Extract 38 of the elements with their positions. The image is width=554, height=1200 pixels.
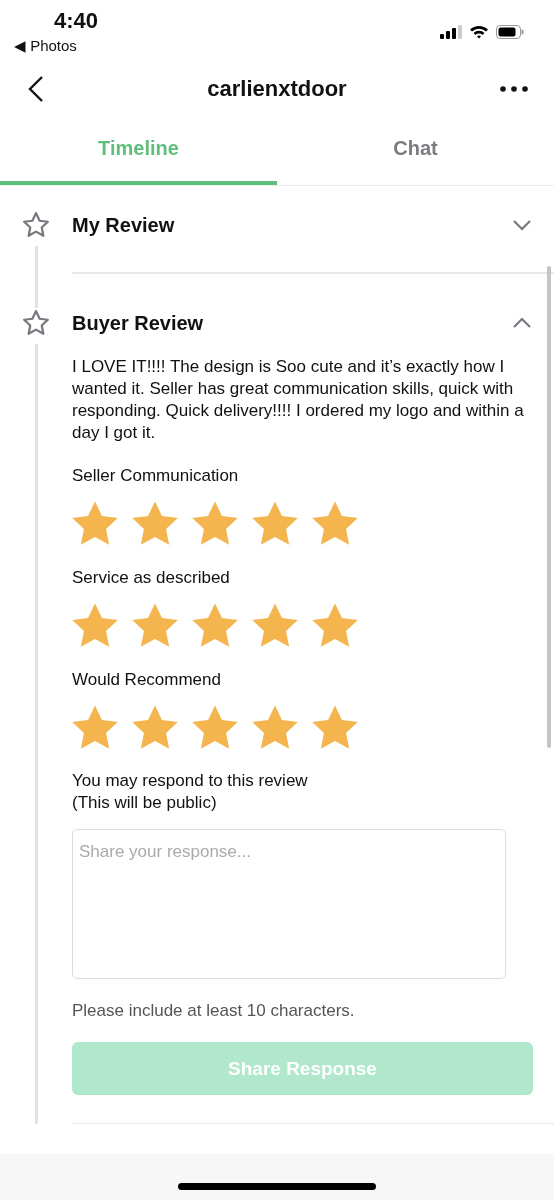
wifi-icon [469,24,489,39]
back-icon[interactable] [28,75,44,103]
chevron-icon[interactable] [512,317,532,329]
star-icon [311,704,359,750]
rating-label: Seller Communication [72,466,240,486]
star-icon [251,500,299,546]
star-icon [131,602,179,648]
star-icon [71,500,119,546]
star-icon [191,500,239,546]
rating-label: Would Recommend [72,670,222,690]
status-time: 4:40 [54,8,99,34]
chevron-icon[interactable] [512,219,532,231]
star-icon [191,704,239,750]
rating-label: Service as described [72,568,231,588]
more-icon[interactable] [500,86,528,92]
star-outline-icon [21,308,51,338]
section-title[interactable]: My Review [72,213,175,237]
star-icon [131,704,179,750]
section-title[interactable]: Buyer Review [72,311,204,335]
respond-prompt: You may respond to this review [72,770,309,792]
star-icon [311,500,359,546]
star-icon [71,704,119,750]
battery-icon [496,24,524,39]
star-outline-icon [21,210,51,240]
signal-icon [440,24,462,39]
tab[interactable]: Chat [277,116,554,185]
hint-text: Please include at least 10 characters. [72,1001,356,1021]
back-to-app-link[interactable]: ◀ Photos [14,37,77,55]
response-field[interactable]: Share your response... [72,829,506,979]
star-icon [131,500,179,546]
review-text: I LOVE IT!!!! The design is Soo cute and it’s exactly how I wanted it. Seller has great communication skills, quick with responding. Quick delivery!!!! I ordered my logo and within a day I got it. [72,356,525,444]
star-icon [71,602,119,648]
star-icon [311,602,359,648]
star-icon [251,602,299,648]
respond-note: (This will be public) [72,792,218,814]
star-icon [191,602,239,648]
screen-title: carlienxtdoor [207,76,347,102]
star-icon [251,704,299,750]
